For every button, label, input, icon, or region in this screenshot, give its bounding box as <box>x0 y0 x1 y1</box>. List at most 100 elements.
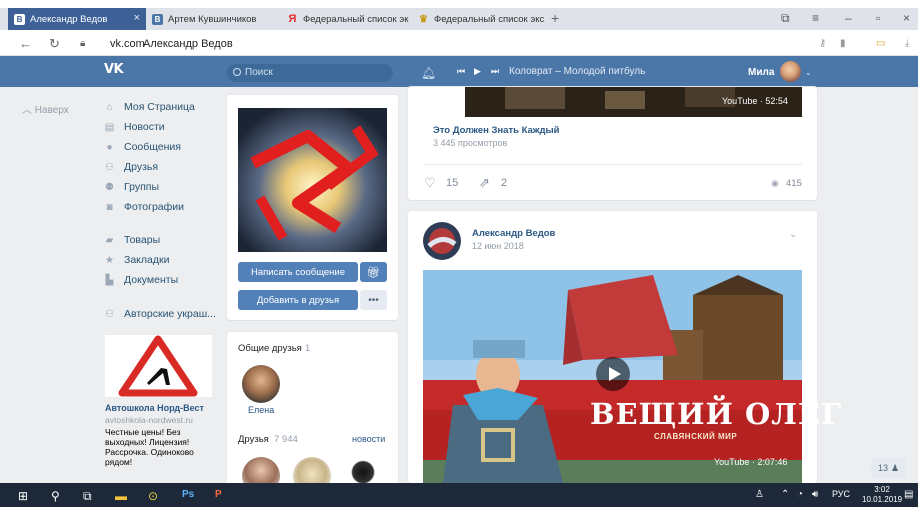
tab-active[interactable]: B Александр Ведов × <box>8 8 146 30</box>
photoshop-icon[interactable]: Ps <box>182 489 194 500</box>
like-count[interactable]: 15 <box>446 177 458 189</box>
bell-icon[interactable]: 🔔︎ <box>421 66 436 80</box>
previous-track-icon[interactable]: ⏮ <box>457 66 465 77</box>
yandex-browser-icon[interactable]: ⊙ <box>148 489 158 503</box>
send-message-button[interactable]: Написать сообщение <box>238 262 358 282</box>
profile-photo[interactable] <box>238 108 387 252</box>
sidebar-item-label: Группы <box>124 181 159 193</box>
share-count[interactable]: 2 <box>501 177 507 189</box>
sidebar-item-bookmarks[interactable]: ★ Закладки <box>104 251 169 269</box>
sidebar-item-my-page[interactable]: ⌂ Моя Страница <box>104 98 195 116</box>
download-icon[interactable]: ⤓ <box>905 38 909 49</box>
share-icon[interactable]: ⇗ <box>479 175 490 191</box>
network-icon[interactable]: ◔ <box>797 489 803 500</box>
task-view-icon[interactable]: ⧉ <box>83 489 92 504</box>
yandex-tab-icon: Я <box>288 12 297 25</box>
person-icon: ♟ <box>890 462 900 473</box>
chevron-down-icon[interactable]: ⌄ <box>789 229 797 240</box>
tab-label: Александр Ведов <box>30 13 108 25</box>
search-icon[interactable]: ⚲ <box>51 489 60 503</box>
gift-button[interactable]: 🎁︎ <box>360 262 387 282</box>
collections-icon[interactable]: ⧉ <box>781 11 790 26</box>
add-friend-button[interactable]: Добавить в друзья <box>238 290 358 310</box>
friends-news-link[interactable]: новости <box>352 434 385 444</box>
ad-text: Честные цены! Без выходных! Лицензия! Ра… <box>105 427 194 467</box>
sidebar-item-groups[interactable]: ⚉ Группы <box>104 178 159 196</box>
mutual-friends-label[interactable]: Общие друзья <box>238 343 302 354</box>
clock-date: 10.01.2019 <box>862 495 903 504</box>
user-name[interactable]: Мила <box>748 67 774 78</box>
like-icon[interactable]: ♡ <box>424 175 436 191</box>
key-icon[interactable]: ⚷ <box>819 38 826 49</box>
menu-icon[interactable]: ≡ <box>812 11 819 25</box>
sidebar-item-label: Закладки <box>124 254 170 266</box>
system-clock[interactable]: 3:02 10.01.2019 <box>862 485 902 505</box>
friend-avatar[interactable] <box>242 365 280 403</box>
file-explorer-icon[interactable]: ▬ <box>115 489 127 503</box>
video-subtitle-overlay: СЛАВЯНСКИЙ МИР <box>654 432 738 441</box>
play-icon <box>609 367 621 381</box>
sidebar-item-friends[interactable]: ⚇ Друзья <box>104 158 158 176</box>
close-icon[interactable]: × <box>134 12 140 24</box>
sidebar-item-photos[interactable]: ◙ Фотографии <box>104 198 184 216</box>
ad-domain[interactable]: avtoshkola-nordwest.ru <box>105 415 193 425</box>
divider <box>423 164 802 165</box>
search-input[interactable]: Поиск <box>227 64 393 82</box>
ad-title[interactable]: Автошкола Норд-Вест <box>105 403 204 413</box>
next-track-icon[interactable]: ⏭ <box>491 66 499 77</box>
friends-icon: ⚇ <box>105 161 114 173</box>
vk-logo[interactable]: VK <box>104 62 134 80</box>
volume-icon[interactable]: 🔊︎ <box>812 489 818 500</box>
chevron-down-icon[interactable]: ⌄ <box>805 68 812 77</box>
tab-label: Федеральный список экст <box>303 13 409 25</box>
sidebar-item-news[interactable]: ▤ Новости <box>104 118 165 136</box>
sidebar-item-market[interactable]: ▰ Товары <box>104 231 160 249</box>
tab[interactable]: B Артем Кувшинчиков <box>146 8 278 30</box>
sidebar-item-label: Моя Страница <box>124 101 195 113</box>
user-avatar[interactable] <box>780 61 801 82</box>
windows-start-icon[interactable]: ⊞ <box>18 489 28 503</box>
action-center-icon[interactable]: ▤ <box>904 489 913 500</box>
url-domain[interactable]: vk.com <box>110 38 145 50</box>
ad-image[interactable] <box>105 335 212 397</box>
language-indicator[interactable]: РУС <box>832 489 850 499</box>
photos-icon: ◙ <box>106 201 113 213</box>
author-avatar-image <box>423 222 461 260</box>
tray-chevron-icon[interactable]: ⌃ <box>781 489 789 500</box>
eye-icon: ◉ <box>771 178 779 188</box>
back-arrow-icon[interactable]: ← <box>19 36 32 51</box>
star-icon: ★ <box>105 254 114 266</box>
notifications-counter[interactable]: 13 ♟ <box>871 458 906 478</box>
sidebar-item-messages[interactable]: ● Сообщения <box>104 138 181 156</box>
bookmark-icon[interactable]: ▮ <box>840 38 846 49</box>
now-playing-track[interactable]: Коловрат – Молодой питбуль <box>509 66 645 77</box>
people-icon[interactable]: ♙ <box>755 489 764 500</box>
new-tab-button[interactable]: + <box>551 10 559 26</box>
sidebar-item-label: Товары <box>124 234 161 246</box>
sidebar-item-label: Новости <box>124 121 165 133</box>
reload-icon[interactable]: ↻ <box>49 36 60 52</box>
docs-icon: ▙ <box>105 274 114 286</box>
tab[interactable]: Я Федеральный список экст <box>281 8 409 30</box>
author-avatar[interactable] <box>423 222 461 260</box>
author-name[interactable]: Александр Ведов <box>472 228 555 239</box>
friend-name[interactable]: Елена <box>248 405 274 415</box>
more-actions-button[interactable]: ••• <box>360 290 387 310</box>
play-icon[interactable]: ▶ <box>474 66 481 77</box>
url-title[interactable]: Александр Ведов <box>143 38 233 50</box>
powerpoint-icon[interactable]: P <box>215 489 222 500</box>
friends-label[interactable]: Друзья <box>238 434 269 445</box>
close-window-button[interactable]: × <box>903 11 910 25</box>
post-date[interactable]: 12 июн 2018 <box>472 241 524 251</box>
swastika-symbol-image <box>238 108 387 252</box>
battery-icon: ▭ <box>876 38 886 49</box>
tab[interactable]: ♛ Федеральный список экст <box>412 8 544 30</box>
maximize-button[interactable]: ▫ <box>876 11 880 25</box>
back-to-top[interactable]: ︿ Наверх <box>22 101 69 116</box>
video-title[interactable]: Это Должен Знать Каждый <box>433 125 560 136</box>
play-button[interactable] <box>596 357 630 391</box>
minimize-button[interactable]: – <box>845 11 852 25</box>
sidebar-item-documents[interactable]: ▙ Документы <box>104 271 179 289</box>
sidebar-item-community[interactable]: ⚇ Авторские украш... <box>104 305 216 323</box>
lock-icon: 🔒︎ <box>80 38 86 49</box>
